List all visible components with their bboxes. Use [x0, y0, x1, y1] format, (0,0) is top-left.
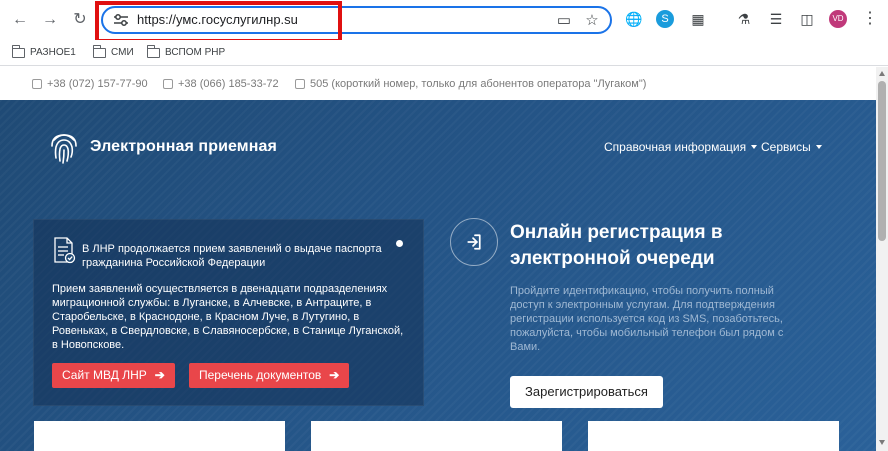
nav-services-label: Сервисы — [761, 140, 811, 154]
nav-reference-info[interactable]: Справочная информация — [604, 140, 758, 154]
hero-section: Электронная приемная Справочная информац… — [0, 100, 876, 451]
page-scrollbar[interactable] — [876, 67, 888, 451]
register-button[interactable]: Зарегистрироваться — [510, 376, 663, 408]
service-card-2[interactable] — [311, 421, 562, 451]
registration-title: Онлайн регистрация в электронной очереди — [510, 222, 723, 269]
scroll-up-arrow-icon[interactable] — [879, 71, 885, 76]
bookmark-folder-raznoe1[interactable]: РАЗНОЕ1 — [12, 45, 76, 61]
carousel-indicator-dot[interactable] — [396, 240, 403, 247]
extensions-puzzle-icon[interactable]: ▦ — [687, 8, 709, 30]
bookmark-star-icon[interactable]: ☆ — [583, 12, 601, 30]
phone-2-text: +38 (066) 185-33-72 — [178, 78, 279, 90]
forward-arrow-icon[interactable]: → — [38, 8, 62, 32]
sign-out-arrow-icon: ➔ — [154, 368, 165, 382]
mvd-site-button-label: Сайт МВД ЛНР — [62, 368, 147, 382]
fingerprint-logo-icon[interactable] — [49, 130, 79, 164]
phone-1[interactable]: +38 (072) 157-77-90 — [32, 78, 148, 90]
chevron-down-icon — [815, 145, 822, 149]
service-card-1[interactable] — [34, 421, 285, 451]
bookmark-label: ВСПОМ РНР — [165, 47, 226, 58]
sign-in-icon — [450, 218, 498, 266]
shazam-extension-icon[interactable]: S — [656, 10, 674, 28]
site-brand-title[interactable]: Электронная приемная — [90, 138, 277, 156]
phone-1-text: +38 (072) 157-77-90 — [47, 78, 148, 90]
news-title: В ЛНР продолжается прием заявлений о выд… — [82, 243, 382, 269]
profile-avatar[interactable]: VD — [829, 10, 847, 28]
bookmarks-bar: РАЗНОЕ1 СМИ ВСПОМ РНР — [0, 40, 888, 66]
news-slide: В ЛНР продолжается прием заявлений о выд… — [33, 219, 424, 406]
nav-services[interactable]: Сервисы — [761, 140, 822, 154]
phone-icon — [163, 79, 173, 89]
bookmark-folder-smi[interactable]: СМИ — [93, 45, 134, 61]
folder-icon — [93, 45, 106, 58]
highlight-annotation-box — [95, 1, 342, 43]
side-panel-icon[interactable]: ◫ — [796, 8, 818, 30]
mvd-site-button[interactable]: Сайт МВД ЛНР ➔ — [52, 363, 175, 388]
nav-reference-info-label: Справочная информация — [604, 140, 747, 154]
scrollbar-thumb[interactable] — [878, 81, 886, 241]
phone-icon — [295, 79, 305, 89]
bookmark-label: СМИ — [111, 47, 134, 58]
documents-list-button-label: Перечень документов — [199, 368, 322, 382]
chevron-down-icon — [751, 145, 758, 149]
phone-2[interactable]: +38 (066) 185-33-72 — [163, 78, 279, 90]
document-check-icon — [54, 237, 76, 264]
phone-icon — [32, 79, 42, 89]
web-page: +38 (072) 157-77-90 +38 (066) 185-33-72 … — [0, 67, 876, 451]
contacts-bar: +38 (072) 157-77-90 +38 (066) 185-33-72 … — [0, 67, 876, 100]
service-card-3[interactable] — [588, 421, 839, 451]
scroll-down-arrow-icon[interactable] — [879, 440, 885, 445]
chrome-menu-icon[interactable]: ⋮ — [862, 9, 878, 29]
install-app-icon[interactable]: ▭ — [555, 12, 573, 30]
short-number-text: 505 (короткий номер, только для абоненто… — [310, 78, 647, 90]
back-arrow-icon[interactable]: ← — [8, 8, 32, 32]
bookmark-label: РАЗНОЕ1 — [30, 47, 76, 58]
browser-toolbar: ← → ↻ https://умс.госуслугилнр.su ▭ ☆ 🌐 … — [0, 0, 888, 43]
sign-out-arrow-icon: ➔ — [329, 368, 340, 382]
folder-icon — [147, 45, 160, 58]
folder-icon — [12, 45, 25, 58]
news-body: Прием заявлений осуществляется в двенадц… — [52, 283, 404, 351]
registration-description: Пройдите идентификацию, чтобы получить п… — [510, 285, 784, 353]
flask-icon[interactable]: ⚗ — [733, 8, 755, 30]
media-queue-icon[interactable]: ☰ — [765, 8, 787, 30]
documents-list-button[interactable]: Перечень документов ➔ — [189, 363, 350, 388]
reload-icon[interactable]: ↻ — [68, 8, 92, 32]
bookmark-folder-vspom-rnr[interactable]: ВСПОМ РНР — [147, 45, 225, 61]
globe-icon[interactable]: 🌐 — [623, 8, 645, 30]
short-number[interactable]: 505 (короткий номер, только для абоненто… — [295, 78, 646, 90]
